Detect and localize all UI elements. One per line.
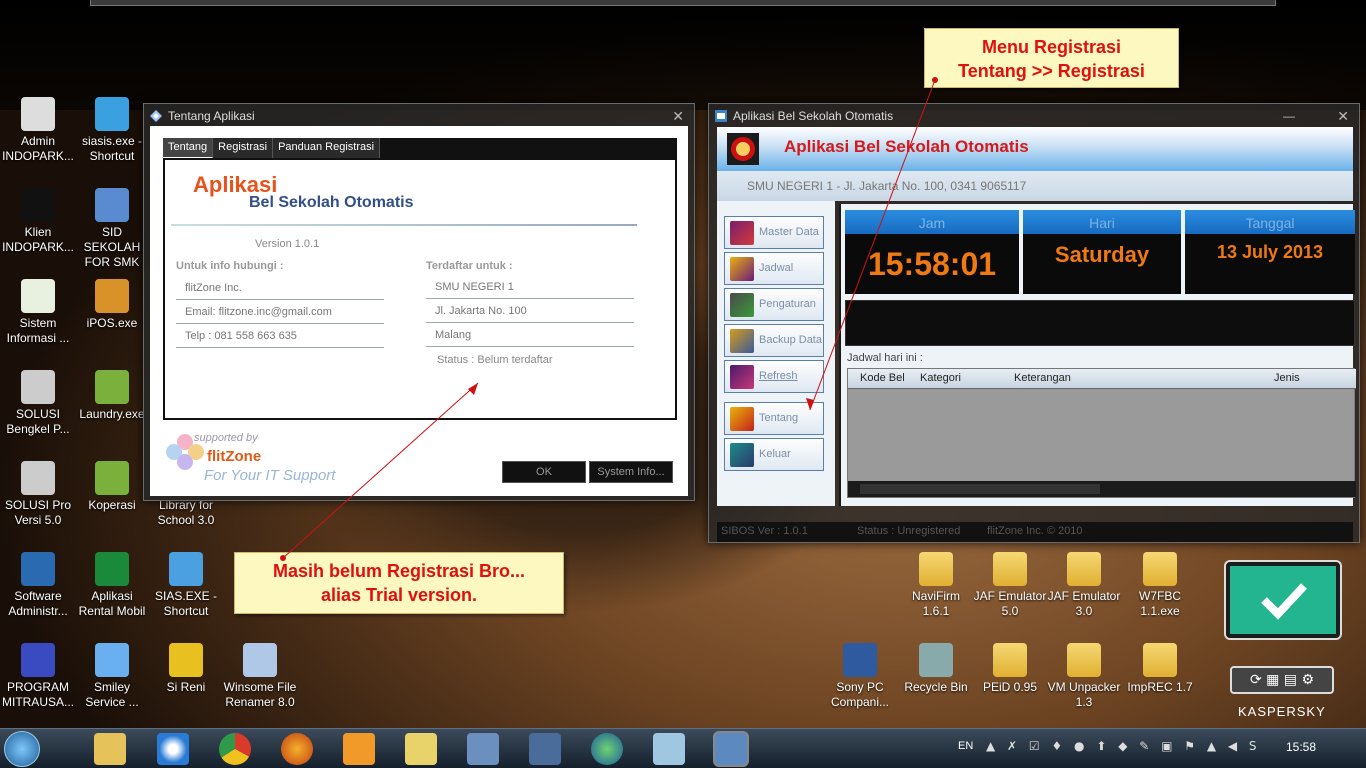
taskbar-notes-icon[interactable] [405,733,437,765]
folder-icon [1143,643,1177,677]
kaspersky-logo: KASPERSKY [1238,704,1326,719]
desktop-icon[interactable]: PEiD 0.95 [972,643,1048,695]
taskbar-chrome-icon[interactable] [219,733,251,765]
taskbar-bel-sekolah-icon[interactable] [715,733,747,765]
folder-icon [1067,643,1101,677]
desktop-icon-label: Sony PC Compani... [830,680,890,709]
desktop-icon-label: NaviFirm 1.6.1 [912,589,960,618]
taskbar-window-icon[interactable] [529,733,561,765]
taskbar-firefox-icon[interactable] [281,733,313,765]
desktop-icon-label: PEiD 0.95 [982,680,1038,694]
folder-icon [993,552,1027,586]
desktop-icon[interactable]: Sony PC Compani... [822,643,898,710]
tray-language[interactable]: EN [958,740,973,752]
desktop-icon-label: JAF Emulator 5.0 [973,589,1047,618]
kaspersky-base: ⟳ ▦ ▤ ⚙ [1230,666,1334,694]
taskbar-ie-icon[interactable] [157,733,189,765]
taskbar-globe-icon[interactable] [591,733,623,765]
phone-icon [843,643,877,677]
desktop-icon[interactable]: ImpREC 1.7 [1122,643,1198,695]
folder-icon [919,552,953,586]
kaspersky-gadget[interactable]: ⟳ ▦ ▤ ⚙ KASPERSKY [1222,562,1342,722]
desktop-icon[interactable]: Recycle Bin [898,643,974,695]
start-button[interactable] [4,731,40,767]
taskbar: EN ▲ ✗ ☑ ♦ ● ⬆ ◆ ✎ ▣ ⚑ ▲ ◀ S 15:58 [0,728,1366,768]
folder-icon [1067,552,1101,586]
desktop-icon-label: VM Unpacker 1.3 [1047,680,1121,709]
taskbar-presentation-icon[interactable] [467,733,499,765]
recycle-bin-icon [919,643,953,677]
taskbar-glass-icon[interactable] [653,733,685,765]
folder-icon [993,643,1027,677]
desktop-icon[interactable]: JAF Emulator 3.0 [1046,552,1122,619]
taskbar-explorer-icon[interactable] [94,733,126,765]
tray-clock[interactable]: 15:58 [1286,740,1316,754]
desktop-icon[interactable]: JAF Emulator 5.0 [972,552,1048,619]
taskbar-media-icon[interactable] [343,733,375,765]
folder-icon [1143,552,1177,586]
tray-icons[interactable]: ▲ ✗ ☑ ♦ ● ⬆ ◆ ✎ ▣ ⚑ ▲ ◀ S [986,739,1261,753]
desktop-icon[interactable]: VM Unpacker 1.3 [1046,643,1122,710]
desktop-icon-label: ImpREC 1.7 [1127,680,1193,694]
monitor-check-icon [1226,562,1340,638]
desktop-icon-label: W7FBC 1.1.exe [1139,589,1181,618]
desktop-icon[interactable]: NaviFirm 1.6.1 [898,552,974,619]
desktop-icon-label: JAF Emulator 3.0 [1047,589,1121,618]
desktop-icon-label: Recycle Bin [904,680,968,694]
desktop-icon[interactable]: W7FBC 1.1.exe [1122,552,1198,619]
